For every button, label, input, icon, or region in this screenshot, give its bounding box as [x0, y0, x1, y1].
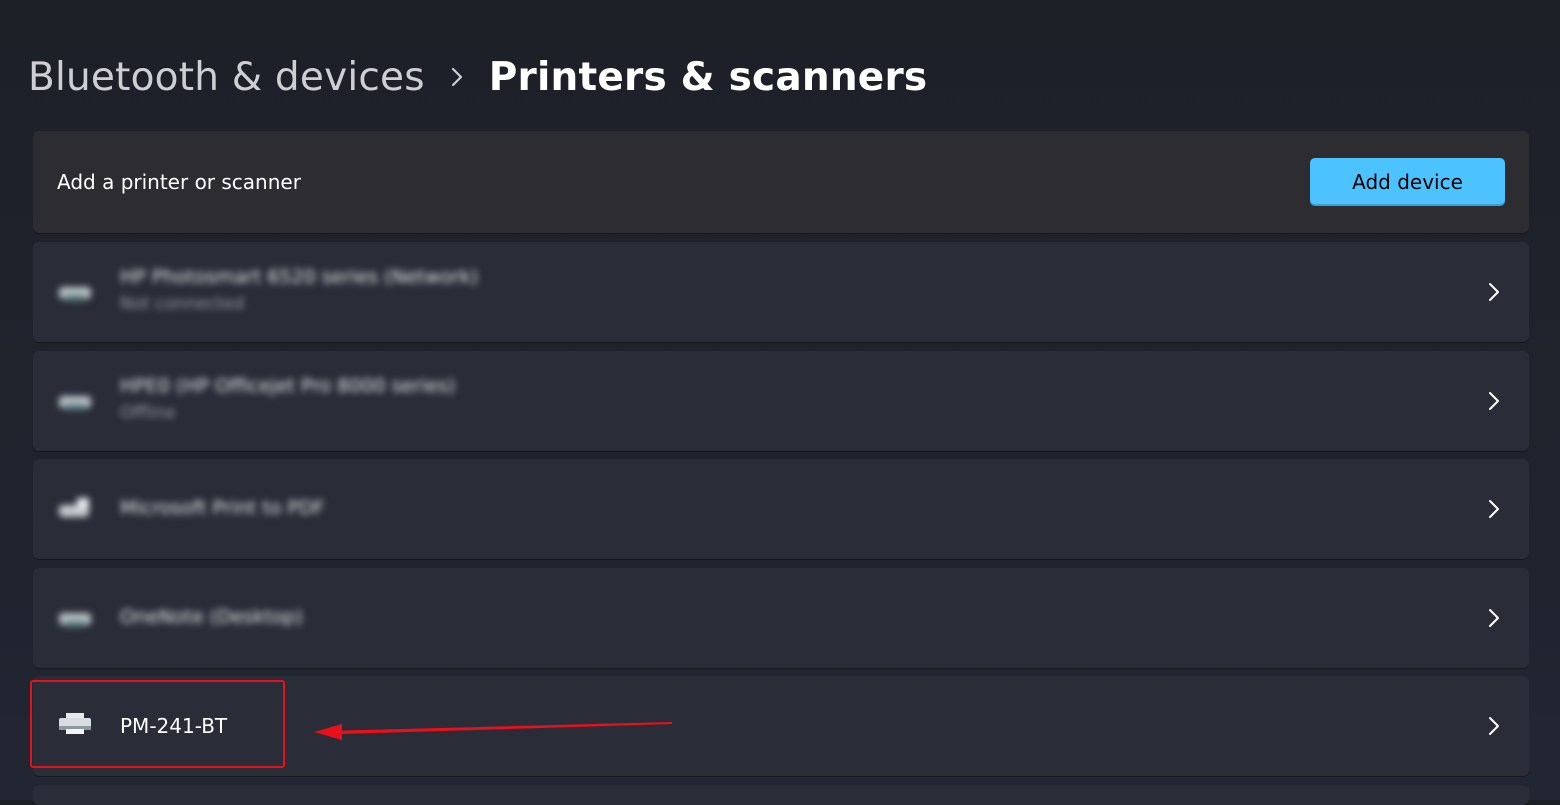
printer-list-item[interactable]: HPE0 (HP Officejet Pro 8000 series) Offl…: [33, 351, 1529, 451]
blurred-content: HP Photosmart 6520 series (Network) Not …: [33, 242, 491, 342]
chevron-right-icon: [1489, 609, 1499, 627]
printer-list-item[interactable]: Microsoft Print to PDF: [33, 459, 1529, 559]
blurred-content: Microsoft Print to PDF: [33, 459, 491, 559]
page-title: Printers & scanners: [488, 54, 928, 100]
add-printer-label: Add a printer or scanner: [57, 170, 301, 194]
chevron-right-icon: [1489, 283, 1499, 301]
printer-icon: [59, 396, 91, 410]
chevron-right-icon: [1489, 717, 1499, 735]
add-printer-card: Add a printer or scanner Add device: [33, 131, 1529, 233]
breadcrumb: Bluetooth & devices Printers & scanners: [28, 52, 927, 102]
blurred-content: OneNote (Desktop): [33, 568, 491, 668]
printer-list-item[interactable]: HP Photosmart 6520 series (Network) Not …: [33, 242, 1529, 342]
printer-status: Not connected: [120, 294, 245, 314]
chevron-right-icon: [1489, 500, 1499, 518]
printer-name: Microsoft Print to PDF: [120, 497, 325, 519]
printer-list-item-pm-241-bt[interactable]: PM-241-BT: [30, 676, 1529, 776]
add-device-button[interactable]: Add device: [1310, 158, 1505, 206]
chevron-right-icon: [1489, 392, 1499, 410]
printer-list-item[interactable]: [33, 785, 1529, 805]
printer-status: Offline: [120, 403, 176, 423]
red-arrow-icon: [314, 722, 672, 740]
printer-name: OneNote (Desktop): [120, 606, 303, 628]
printer-name: HPE0 (HP Officejet Pro 8000 series): [120, 375, 456, 397]
highlight-annotation-box: [30, 680, 285, 768]
blurred-content: HPE0 (HP Officejet Pro 8000 series) Offl…: [33, 351, 491, 451]
printer-icon: [59, 287, 91, 301]
printer-icon: [59, 613, 91, 627]
chevron-right-icon: [425, 66, 489, 88]
breadcrumb-parent-link[interactable]: Bluetooth & devices: [28, 55, 425, 100]
printer-list-item[interactable]: OneNote (Desktop): [33, 568, 1529, 668]
printer-icon: [59, 498, 89, 517]
printer-name: HP Photosmart 6520 series (Network): [120, 266, 479, 288]
